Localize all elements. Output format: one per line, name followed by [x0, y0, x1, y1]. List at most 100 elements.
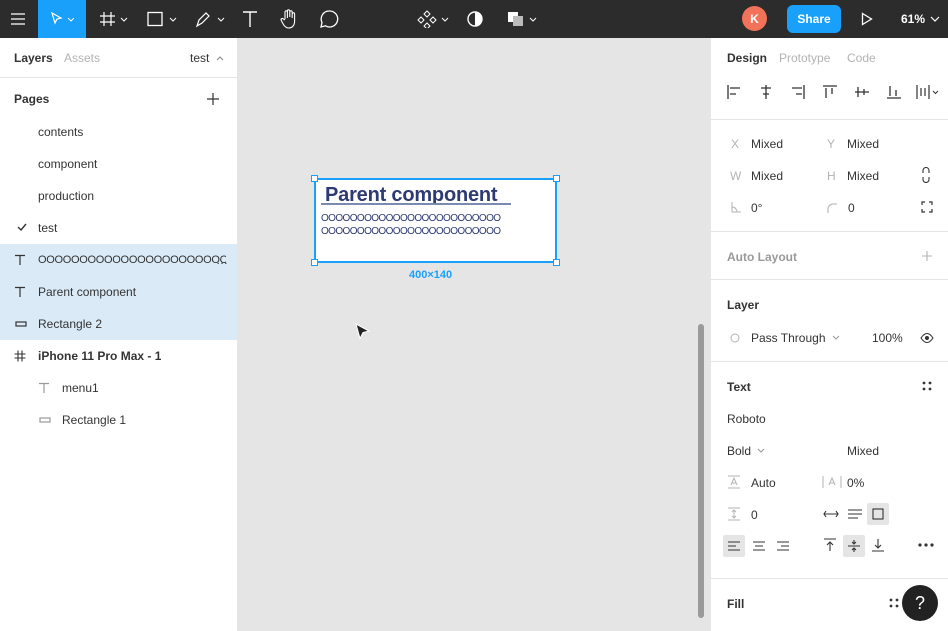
text-styles-icon[interactable]: [921, 380, 933, 392]
tab-code[interactable]: Code: [847, 51, 876, 65]
fixed-size-icon: [872, 508, 884, 520]
resize-handle-tr[interactable]: [553, 175, 560, 182]
h-field[interactable]: Mixed: [847, 169, 879, 183]
independent-corners-icon[interactable]: [921, 201, 933, 213]
align-bottom-icon[interactable]: [886, 84, 902, 100]
text-align-center-icon[interactable]: [752, 540, 766, 552]
font-size-field[interactable]: Mixed: [847, 444, 879, 458]
text-align-left-button[interactable]: [723, 535, 745, 557]
layer-row-rectangle-1[interactable]: Rectangle 1: [0, 404, 237, 436]
chevron-up-icon: [216, 56, 224, 61]
page-item-test[interactable]: test: [38, 221, 57, 235]
play-icon: [861, 12, 873, 26]
resize-handle-br[interactable]: [553, 259, 560, 266]
resize-handle-tl[interactable]: [311, 175, 318, 182]
components-button[interactable]: [416, 0, 452, 38]
layer-row-menu1[interactable]: menu1: [0, 372, 237, 404]
left-panel-tabs: Layers Assets test: [0, 38, 237, 78]
add-page-button[interactable]: [206, 92, 220, 109]
font-weight-dropdown[interactable]: Bold: [727, 444, 766, 458]
font-weight-value: Bold: [727, 444, 752, 458]
auto-layout-title: Auto Layout: [727, 250, 797, 264]
mask-button[interactable]: [464, 0, 486, 38]
font-family-dropdown[interactable]: Roboto: [727, 412, 766, 426]
comment-tool-button[interactable]: [318, 0, 340, 38]
corner-radius-field[interactable]: 0: [848, 201, 855, 215]
text-align-right-icon[interactable]: [776, 540, 790, 552]
layer-title: Layer: [727, 298, 760, 312]
layer-row-circles-text[interactable]: OOOOOOOOOOOOOOOOOOOOOOOO …: [0, 244, 237, 276]
selected-component[interactable]: Parent component OOOOOOOOOOOOOOOOOOOOOOO…: [311, 175, 560, 266]
more-options-icon[interactable]: [918, 543, 934, 547]
vertical-align-top-icon[interactable]: [823, 538, 837, 552]
corner-radius-icon: [827, 203, 837, 213]
layer-label: Parent component: [38, 285, 137, 299]
tab-prototype[interactable]: Prototype: [779, 51, 830, 65]
rotation-field[interactable]: 0°: [751, 201, 762, 215]
text-tool-button[interactable]: [239, 0, 261, 38]
layer-label: Rectangle 2: [38, 317, 103, 331]
plus-icon[interactable]: [921, 250, 933, 262]
layer-row-parent-component[interactable]: Parent component: [0, 276, 237, 308]
layer-row-iphone-frame[interactable]: iPhone 11 Pro Max - 1: [0, 340, 237, 372]
tab-layers[interactable]: Layers: [14, 51, 53, 65]
blend-mode-value: Pass Through: [751, 331, 826, 345]
pen-tool-button[interactable]: [193, 0, 227, 38]
w-field[interactable]: Mixed: [751, 169, 783, 183]
main-menu-button[interactable]: [0, 0, 36, 38]
zoom-dropdown[interactable]: 61%: [901, 0, 941, 38]
resize-handle-bl[interactable]: [311, 259, 318, 266]
text-icon: [38, 382, 50, 394]
help-button[interactable]: ?: [902, 585, 938, 621]
text-icon: [243, 11, 257, 27]
hand-icon: [280, 9, 296, 29]
paragraph-spacing-field[interactable]: 0: [751, 508, 758, 522]
frame-tool-button[interactable]: [98, 0, 130, 38]
vertical-align-bottom-icon[interactable]: [871, 538, 885, 552]
tab-design[interactable]: Design: [727, 51, 767, 65]
align-right-icon[interactable]: [790, 84, 806, 100]
fixed-size-button[interactable]: [867, 503, 889, 525]
layer-label: Rectangle 1: [62, 413, 127, 427]
present-button[interactable]: [858, 0, 876, 38]
divider: [711, 231, 948, 232]
y-field[interactable]: Mixed: [847, 137, 879, 151]
circles-row-1[interactable]: OOOOOOOOOOOOOOOOOOOOOOOOO: [321, 213, 501, 225]
align-top-icon[interactable]: [822, 84, 838, 100]
align-left-icon[interactable]: [726, 84, 742, 100]
page-selector[interactable]: test: [190, 51, 225, 65]
auto-height-icon[interactable]: [847, 508, 863, 520]
boolean-button[interactable]: [505, 0, 541, 38]
letter-spacing-field[interactable]: 0%: [847, 476, 864, 490]
properties-panel: Design Prototype Code X Mixed Y Mixed W …: [710, 38, 948, 631]
canvas[interactable]: Parent component OOOOOOOOOOOOOOOOOOOOOOO…: [238, 38, 710, 631]
letter-spacing-icon: [822, 476, 842, 488]
shape-tool-button[interactable]: [145, 0, 179, 38]
align-horizontal-center-icon[interactable]: [758, 84, 774, 100]
move-tool-button[interactable]: [38, 0, 86, 38]
rectangle-icon: [147, 11, 177, 27]
auto-width-icon[interactable]: [823, 508, 839, 520]
layer-row-rectangle-2[interactable]: Rectangle 2: [0, 308, 237, 340]
eye-icon[interactable]: [920, 332, 934, 344]
vertical-align-middle-button[interactable]: [843, 535, 865, 557]
canvas-scrollbar[interactable]: [698, 324, 704, 618]
distribute-icon[interactable]: [916, 84, 940, 100]
hand-tool-button[interactable]: [278, 0, 300, 38]
line-height-field[interactable]: Auto: [751, 476, 776, 490]
tab-assets[interactable]: Assets: [64, 51, 100, 65]
align-vertical-center-icon[interactable]: [854, 84, 870, 100]
avatar[interactable]: K: [742, 6, 767, 31]
paragraph-spacing-icon: [728, 507, 740, 521]
circles-row-2[interactable]: OOOOOOOOOOOOOOOOOOOOOOOOO: [321, 226, 501, 238]
share-button[interactable]: Share: [787, 5, 841, 33]
blend-mode-dropdown[interactable]: Pass Through: [751, 331, 841, 345]
x-label: X: [731, 137, 740, 151]
page-item-contents[interactable]: contents: [38, 125, 83, 139]
page-item-component[interactable]: component: [38, 157, 97, 171]
fill-styles-icon[interactable]: [888, 597, 900, 609]
page-item-production[interactable]: production: [38, 189, 94, 203]
constrain-proportions-icon[interactable]: [921, 167, 931, 183]
x-field[interactable]: Mixed: [751, 137, 783, 151]
opacity-field[interactable]: 100%: [872, 331, 903, 345]
